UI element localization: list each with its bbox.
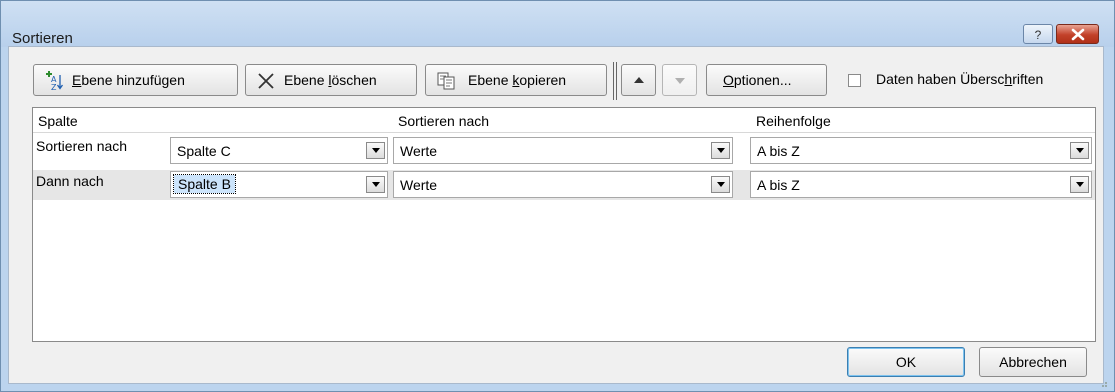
column-select-row1[interactable]: Spalte C [170,137,388,164]
arrow-up-icon [634,77,644,83]
dropdown-arrow-icon[interactable] [366,176,385,193]
copy-level-button[interactable]: Ebene kopieren [425,64,607,96]
title-bar[interactable]: Sortieren ? [1,1,1114,47]
sort-on-select-row2[interactable]: Werte [393,171,733,198]
column-header-column: Spalte [38,113,78,129]
dropdown-arrow-icon[interactable] [1070,142,1089,159]
column-select-row2[interactable]: Spalte B [170,171,388,198]
resize-grip-icon[interactable] [1098,378,1108,388]
order-select-value: A bis Z [757,143,800,159]
order-select-row2[interactable]: A bis Z [750,171,1092,198]
delete-level-button[interactable]: Ebene löschen [245,64,417,96]
headers-checkbox-label[interactable]: Daten haben Überschriften [876,71,1043,87]
help-button[interactable]: ? [1023,24,1053,44]
arrow-down-icon [675,78,685,84]
sort-add-icon: A Z [46,71,63,91]
delete-level-label: Ebene löschen [284,72,377,88]
add-level-label: Ebene hinzufügen [72,72,185,88]
options-button[interactable]: Optionen... [706,64,827,96]
row-label-first: Sortieren nach [36,138,128,154]
svg-text:Z: Z [51,83,57,91]
copy-icon [437,72,455,90]
toolbar-separator [613,62,617,100]
column-header-sort-on: Sortieren nach [398,113,490,129]
row-label-second: Dann nach [36,173,104,189]
dropdown-arrow-icon[interactable] [711,176,730,193]
headers-checkbox[interactable] [848,74,861,87]
dialog-title: Sortieren [12,30,73,47]
column-select-value: Spalte C [177,143,231,159]
sort-on-select-value: Werte [400,177,438,193]
move-up-button[interactable] [621,64,656,96]
ok-button[interactable]: OK [847,347,965,377]
dropdown-arrow-icon[interactable] [366,142,385,159]
copy-level-label: Ebene kopieren [468,72,567,88]
sort-on-select-row1[interactable]: Werte [393,137,733,164]
options-label: Optionen... [723,72,792,88]
move-down-button[interactable] [662,64,697,96]
order-select-row1[interactable]: A bis Z [750,137,1092,164]
close-icon [1071,28,1085,41]
add-level-button[interactable]: A Z Ebene hinzufügen [33,64,238,96]
order-select-value: A bis Z [757,177,800,193]
dropdown-arrow-icon[interactable] [711,142,730,159]
header-divider [33,132,1095,133]
cancel-button[interactable]: Abbrechen [979,347,1087,377]
column-select-value: Spalte B [173,174,236,194]
dropdown-arrow-icon[interactable] [1070,176,1089,193]
column-header-order: Reihenfolge [756,113,831,129]
delete-x-icon [258,73,274,89]
close-button[interactable] [1056,24,1099,44]
sort-on-select-value: Werte [400,143,438,159]
